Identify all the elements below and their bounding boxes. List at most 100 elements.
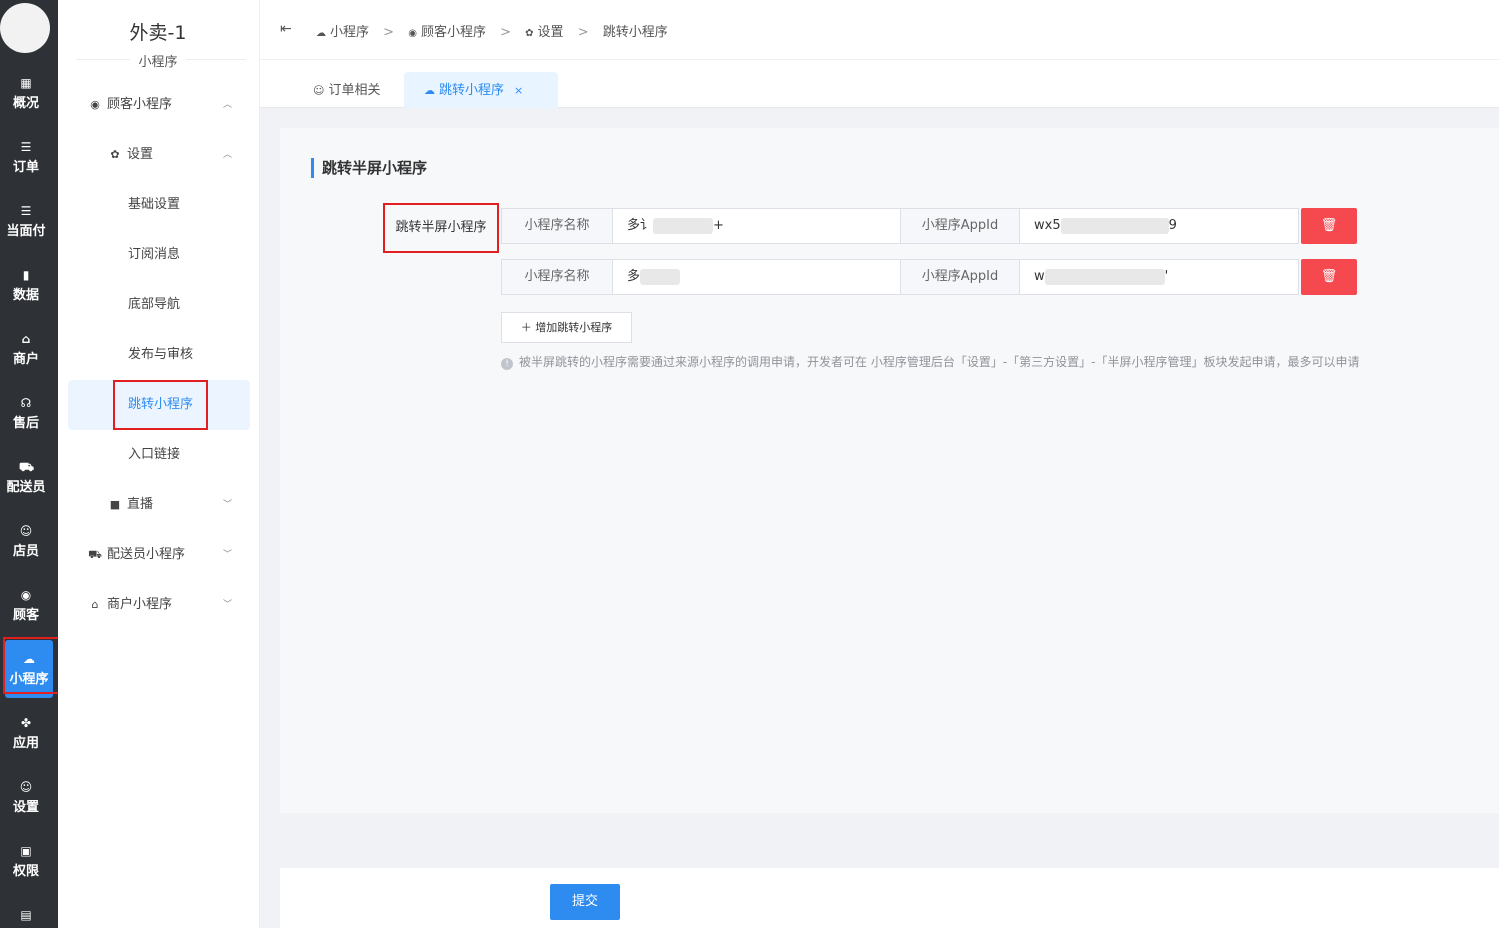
rail-item-staff[interactable]: ☺ 店员: [0, 512, 52, 570]
gear-icon: ✿: [110, 148, 120, 161]
wechat-icon: ☁: [424, 84, 435, 97]
rail-item-apps[interactable]: ✤ 应用: [0, 704, 52, 762]
scooter-icon: ⛟: [88, 548, 102, 561]
list-icon: ☰: [20, 140, 32, 154]
chevron-up-icon: ︿: [222, 150, 232, 160]
report-icon: ▤: [20, 908, 32, 922]
sidebar-item-basic-settings[interactable]: 基础设置: [68, 180, 250, 230]
rail-item-label: 数据: [12, 288, 39, 303]
list-icon: ☰: [20, 204, 32, 218]
appid-value: w: [1034, 269, 1045, 284]
close-icon[interactable]: ×: [514, 84, 523, 97]
delete-button[interactable]: 🗑: [1301, 259, 1357, 295]
rail-item-label: 配送员: [6, 480, 46, 495]
sidebar-item-bottom-nav[interactable]: 底部导航: [68, 280, 250, 330]
sidebar-item-label: 基础设置: [128, 197, 181, 212]
rail-item-label: 概况: [12, 96, 39, 111]
rail-item-label: 设置: [12, 800, 39, 815]
chevron-down-icon: ﹀: [222, 600, 232, 610]
sidebar-item-label: 商户小程序: [107, 597, 173, 612]
rail-item-label: 权限: [12, 864, 39, 879]
user-circle-icon: ◉: [20, 588, 32, 602]
tab-label: 跳转小程序: [439, 83, 505, 98]
user-circle-icon: ◉: [90, 98, 100, 111]
breadcrumb-item[interactable]: 小程序: [330, 25, 369, 40]
name-value: 多: [627, 269, 641, 284]
headset-icon: ☊: [20, 396, 32, 410]
breadcrumb-item-current: 跳转小程序: [602, 25, 668, 40]
rail-item-label: 商户: [12, 352, 39, 367]
help-tip-text: 被半屏跳转的小程序需要通过来源小程序的调用申请，开发者可在 小程序管理后台「设置…: [519, 355, 1360, 369]
section-title: 跳转半屏小程序: [311, 158, 427, 178]
rail-item-aftersale[interactable]: ☊ 售后: [0, 384, 52, 442]
sidebar-subtitle-text: 小程序: [130, 55, 186, 70]
content-area: 跳转半屏小程序 跳转半屏小程序 小程序名称 多讠 + 小程序AppId wx5 9 …: [260, 108, 1499, 928]
sidebar-item-entry-link[interactable]: 入口链接: [68, 430, 250, 480]
rail-item-orders[interactable]: ☰ 订单: [0, 128, 52, 186]
sidebar-item-live[interactable]: ■ 直播 ﹀: [68, 480, 250, 530]
name-input[interactable]: 多: [612, 259, 901, 295]
jump-row: 小程序名称 多讠 + 小程序AppId wx5 9 🗑: [501, 208, 1357, 244]
add-jump-miniprogram-button[interactable]: ＋ 增加跳转小程序: [501, 312, 632, 343]
redacted-blur: [653, 217, 714, 234]
sidebar: 外卖-1 小程序 ◉ 顾客小程序 ︿ ✿ 设置 ︿ 基础设置 订阅消息 底部导航 发布与…: [58, 0, 260, 928]
rail-item-settings[interactable]: ☺ 设置: [0, 768, 52, 826]
trash-icon: 🗑: [1320, 218, 1338, 233]
delete-button[interactable]: 🗑: [1301, 208, 1357, 244]
field-label: 跳转半屏小程序: [383, 203, 499, 253]
breadcrumb-separator: >: [577, 25, 589, 40]
submit-button[interactable]: 提交: [550, 884, 620, 920]
sidebar-item-subscribe-message[interactable]: 订阅消息: [68, 230, 250, 280]
rail-item-face-pay[interactable]: ☰ 当面付: [0, 192, 52, 250]
user-circle-icon: ◉: [408, 28, 417, 39]
sidebar-item-customer-miniprogram[interactable]: ◉ 顾客小程序 ︿: [68, 80, 250, 130]
appid-input[interactable]: wx5 9: [1019, 208, 1299, 244]
rail-item-permissions[interactable]: ▣ 权限: [0, 832, 52, 890]
top-bar: ⇤ ☁ 小程序 > ◉ 顾客小程序 > ✿ 设置 > 跳转小程序: [260, 0, 1499, 60]
name-value-suffix: +: [713, 218, 724, 233]
breadcrumb-item[interactable]: 设置: [538, 25, 564, 40]
appid-value-suffix: 9: [1168, 218, 1177, 233]
breadcrumb-separator: >: [383, 25, 395, 40]
tab-jump-miniprogram[interactable]: ☁ 跳转小程序 ×: [404, 72, 558, 109]
breadcrumb-item[interactable]: 顾客小程序: [421, 25, 486, 40]
rail-item-merchant[interactable]: ⌂ 商户: [0, 320, 52, 378]
appid-label: 小程序AppId: [900, 208, 1020, 244]
rail-item-customer[interactable]: ◉ 顾客: [0, 576, 52, 634]
appid-input[interactable]: w ': [1019, 259, 1299, 295]
store-name: 外卖-1: [129, 22, 187, 44]
sidebar-item-publish-review[interactable]: 发布与审核: [68, 330, 250, 380]
highlight-box: [3, 637, 58, 694]
info-icon: !: [501, 358, 513, 370]
tab-label: 订单相关: [328, 83, 381, 98]
sidebar-item-label: 发布与审核: [128, 347, 194, 362]
rail-item-label: 售后: [12, 416, 39, 431]
name-label: 小程序名称: [501, 259, 613, 295]
scooter-icon: ⛟: [19, 460, 35, 474]
sidebar-item-merchant-miniprogram[interactable]: ⌂ 商户小程序 ﹀: [68, 580, 250, 630]
store-icon: ⌂: [91, 598, 99, 611]
collapse-menu-icon[interactable]: ⇤: [280, 21, 292, 37]
rail-item-data[interactable]: ▮ 数据: [0, 256, 52, 314]
help-tip: ! 被半屏跳转的小程序需要通过来源小程序的调用申请，开发者可在 小程序管理后台「设…: [501, 353, 1499, 370]
user-gear-icon: ☺: [19, 780, 33, 794]
name-input[interactable]: 多讠 +: [612, 208, 901, 244]
avatar[interactable]: [0, 3, 50, 53]
chevron-down-icon: ﹀: [222, 500, 232, 510]
store-icon: ⌂: [21, 332, 31, 346]
sidebar-item-label: 设置: [127, 147, 154, 162]
app-rail: ▦ 概况 ☰ 订单 ☰ 当面付 ▮ 数据 ⌂ 商户 ☊ 售后 ⛟ 配送员 ☺ 店员 ◉ 顾客 ☁ 小…: [0, 0, 58, 928]
rail-item-courier[interactable]: ⛟ 配送员: [0, 448, 52, 506]
rail-item-overview[interactable]: ▦ 概况: [0, 64, 52, 122]
rail-item-report[interactable]: ▤: [0, 896, 52, 928]
sidebar-item-courier-miniprogram[interactable]: ⛟ 配送员小程序 ﹀: [68, 530, 250, 580]
rail-item-label: 订单: [12, 160, 39, 175]
rail-item-label: 应用: [12, 736, 39, 751]
sidebar-item-settings[interactable]: ✿ 设置 ︿: [68, 130, 250, 180]
tab-order-related[interactable]: ☺ 订单相关: [293, 72, 400, 109]
sidebar-item-label: 顾客小程序: [107, 97, 173, 112]
lock-icon: ▣: [20, 844, 32, 858]
appid-value: wx5: [1034, 218, 1061, 233]
footer-bar: 提交: [280, 868, 1499, 928]
sidebar-subtitle: 小程序: [58, 51, 258, 70]
